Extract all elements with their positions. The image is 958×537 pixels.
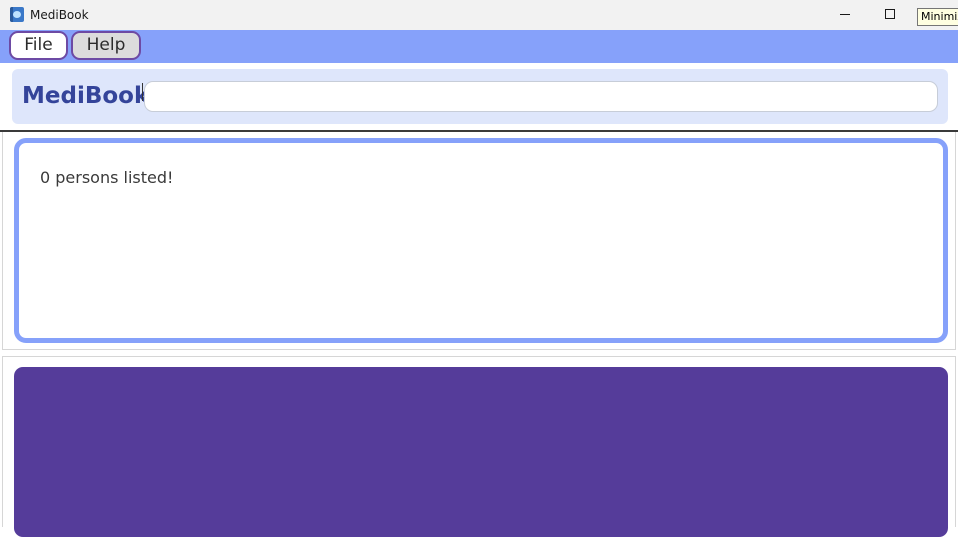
help-menu-button[interactable]: Help <box>71 31 141 60</box>
book-icon <box>10 7 24 22</box>
result-display[interactable]: 0 persons listed! <box>14 138 948 343</box>
title-bar: MediBook Minimize <box>0 0 958 30</box>
command-panel: MediBook <box>12 69 948 124</box>
result-section: 0 persons listed! <box>2 132 956 350</box>
person-list-section <box>2 356 956 537</box>
command-area: MediBook <box>0 63 958 131</box>
menu-bar: File Help <box>0 30 958 63</box>
command-input[interactable] <box>144 81 938 112</box>
text-caret <box>142 83 143 101</box>
file-menu-button[interactable]: File <box>9 31 68 60</box>
person-list[interactable] <box>14 367 948 537</box>
minimize-icon[interactable] <box>836 8 854 22</box>
maximize-icon[interactable] <box>882 7 898 23</box>
result-message: 0 persons listed! <box>40 168 174 187</box>
minimize-tooltip: Minimize <box>917 8 958 26</box>
app-brand: MediBook <box>22 83 150 109</box>
window-title: MediBook <box>30 8 89 22</box>
